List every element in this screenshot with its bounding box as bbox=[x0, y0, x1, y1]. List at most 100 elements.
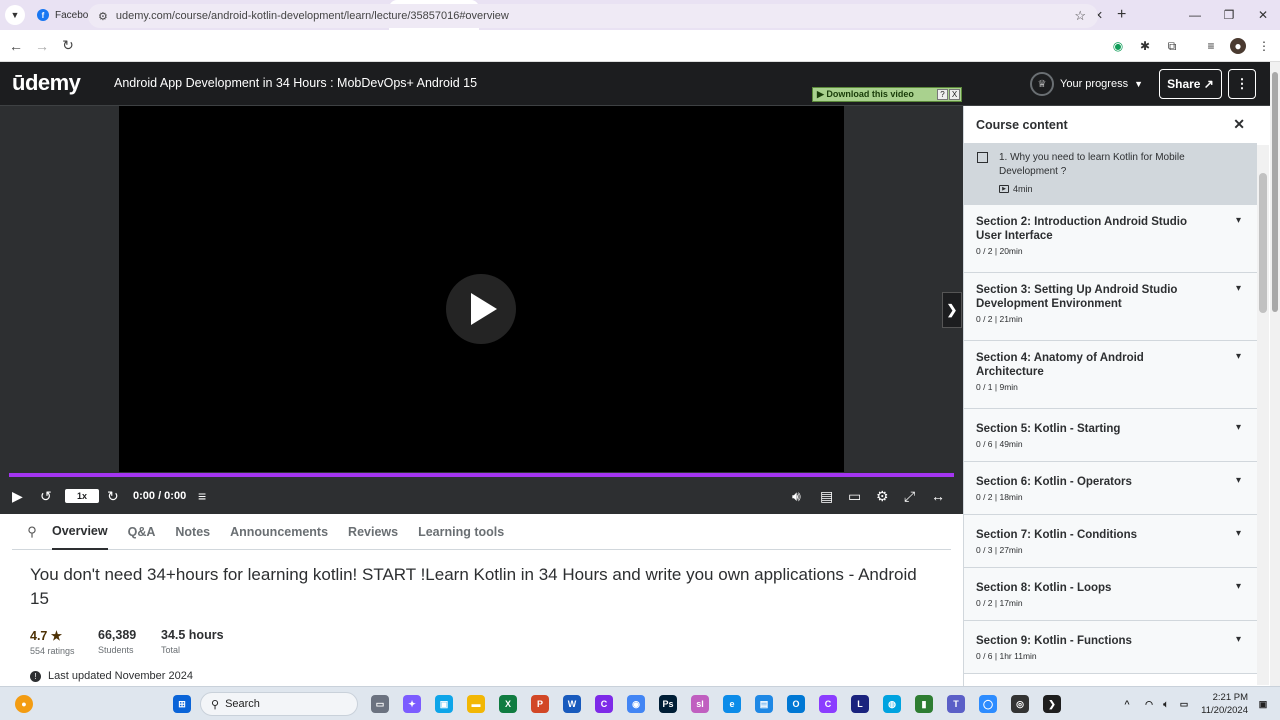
terminal-app-icon[interactable]: ▮ bbox=[915, 695, 933, 713]
download-close-icon[interactable]: X bbox=[949, 89, 960, 100]
section-item[interactable]: Section 2: Introduction Android Studio U… bbox=[964, 205, 1257, 273]
chevron-down-icon[interactable]: ▾ bbox=[1236, 634, 1241, 645]
tray-overflow-icon[interactable]: ^ bbox=[1118, 695, 1136, 713]
section-item[interactable]: Section 9: Kotlin - Functions 0 / 6 | 1hr… bbox=[964, 621, 1257, 674]
tab-learning-tools[interactable]: Learning tools bbox=[418, 514, 504, 550]
tab-reviews[interactable]: Reviews bbox=[348, 514, 398, 550]
chevron-down-icon[interactable]: ▾ bbox=[1236, 475, 1241, 486]
excel-app-icon[interactable]: X bbox=[499, 695, 517, 713]
grammarly-extension-icon[interactable]: ◉ bbox=[1110, 38, 1126, 54]
puzzle-extensions-icon[interactable]: ⧉ bbox=[1164, 38, 1180, 54]
sidebar-scroll-thumb[interactable] bbox=[1259, 173, 1267, 313]
settings-gear-icon[interactable]: ⚙ bbox=[876, 486, 889, 506]
copilot-app-icon[interactable]: ✦ bbox=[403, 695, 421, 713]
playback-speed-button[interactable]: 1x bbox=[65, 489, 99, 503]
profile-avatar[interactable]: ● bbox=[1230, 38, 1246, 54]
powerpoint-app-icon[interactable]: P bbox=[531, 695, 549, 713]
teams-app-icon[interactable]: T bbox=[947, 695, 965, 713]
chevron-down-icon[interactable]: ▾ bbox=[1236, 351, 1241, 362]
monitor-app-icon[interactable]: ▣ bbox=[435, 695, 453, 713]
chevron-down-icon[interactable]: ▾ bbox=[1236, 528, 1241, 539]
section-item[interactable]: Section 3: Setting Up Android Studio Dev… bbox=[964, 273, 1257, 341]
forward-icon[interactable]: → bbox=[29, 38, 55, 54]
new-tab-icon[interactable]: + bbox=[1117, 6, 1126, 24]
widgets-icon[interactable]: ● bbox=[15, 695, 33, 713]
tab-announcements[interactable]: Announcements bbox=[230, 514, 328, 550]
expand-width-icon[interactable]: ↔ bbox=[931, 486, 945, 506]
battery-icon[interactable]: ▭ bbox=[1175, 695, 1193, 713]
section-item[interactable]: Section 8: Kotlin - Loops 0 / 2 | 17min ▾ bbox=[964, 568, 1257, 621]
section-item[interactable]: Section 5: Kotlin - Starting 0 / 6 | 49mi… bbox=[964, 409, 1257, 462]
photoshop-app-icon[interactable]: Ps bbox=[659, 695, 677, 713]
outlook-app-icon[interactable]: O bbox=[787, 695, 805, 713]
course-title[interactable]: Android App Development in 34 Hours : Mo… bbox=[114, 76, 477, 90]
speaker-icon[interactable]: 🔈︎ bbox=[1157, 695, 1175, 713]
notepad-app-icon[interactable]: ▤ bbox=[755, 695, 773, 713]
edge-app-icon[interactable]: e bbox=[723, 695, 741, 713]
sidebar-scrollbar[interactable] bbox=[1257, 145, 1269, 685]
l-app-icon[interactable]: L bbox=[851, 695, 869, 713]
more-options-icon[interactable]: ⋮ bbox=[1228, 69, 1256, 99]
play-control-icon[interactable]: ▶ bbox=[12, 486, 23, 506]
notifications-icon[interactable]: ▣ bbox=[1254, 695, 1272, 713]
close-sidebar-icon[interactable]: ✕ bbox=[1233, 116, 1245, 133]
progress-button[interactable]: ♕ Your progress ▼ bbox=[1030, 72, 1143, 96]
bookmark-star-icon[interactable]: ☆ bbox=[1074, 8, 1086, 24]
search-icon[interactable]: ⚲ bbox=[12, 524, 52, 540]
tab-notes[interactable]: Notes bbox=[175, 514, 210, 550]
captions-icon[interactable]: ▭ bbox=[848, 486, 861, 506]
section-item[interactable]: Section 4: Anatomy of Android Architectu… bbox=[964, 341, 1257, 409]
close-window-icon[interactable]: ✕ bbox=[1246, 0, 1280, 30]
browser-menu-icon[interactable]: ⋮ bbox=[1256, 38, 1272, 54]
minimize-icon[interactable]: — bbox=[1178, 0, 1212, 30]
vscode-app-icon[interactable]: ❯ bbox=[1043, 695, 1061, 713]
page-scrollbar[interactable] bbox=[1270, 62, 1280, 686]
fullscreen-icon[interactable]: ⤢ bbox=[904, 486, 915, 506]
taskbar-clock[interactable]: 2:21 PM 11/20/2024 bbox=[1198, 691, 1248, 717]
lecture-checkbox[interactable] bbox=[977, 152, 988, 163]
rewind-icon[interactable]: ↺ bbox=[40, 486, 52, 506]
section-item[interactable]: Section 6: Kotlin - Operators 0 / 2 | 18m… bbox=[964, 462, 1257, 515]
page-scroll-thumb[interactable] bbox=[1272, 72, 1278, 312]
url-bar[interactable]: ⚙ udemy.com/course/android-kotlin-develo… bbox=[88, 4, 1098, 28]
reload-icon[interactable]: ↻ bbox=[55, 37, 81, 54]
current-lecture-item[interactable]: 1. Why you need to learn Kotlin for Mobi… bbox=[964, 144, 1257, 205]
site-info-icon[interactable]: ⚙ bbox=[98, 10, 108, 23]
tab-overview[interactable]: Overview bbox=[52, 514, 108, 550]
start-windows-icon[interactable]: ⊞ bbox=[173, 695, 191, 713]
add-note-icon[interactable]: ≡ bbox=[198, 486, 206, 506]
udemy-logo[interactable]: ūdemy bbox=[12, 70, 81, 96]
chevron-down-icon[interactable]: ▾ bbox=[1236, 422, 1241, 433]
taskbar-search[interactable]: ⚲ Search bbox=[200, 692, 358, 716]
playback-progress-bar[interactable] bbox=[9, 473, 954, 477]
word-app-icon[interactable]: W bbox=[563, 695, 581, 713]
sl-app-icon[interactable]: sl bbox=[691, 695, 709, 713]
section-item[interactable]: Section 7: Kotlin - Conditions 0 / 3 | 27… bbox=[964, 515, 1257, 568]
media-control-icon[interactable]: ≡ bbox=[1203, 38, 1219, 54]
chrome-app-icon[interactable]: ◉ bbox=[627, 695, 645, 713]
chevron-down-icon[interactable]: ▾ bbox=[1236, 283, 1241, 294]
maps-app-icon[interactable]: ◍ bbox=[883, 695, 901, 713]
download-help-icon[interactable]: ? bbox=[937, 89, 948, 100]
transcript-icon[interactable]: ▤ bbox=[820, 486, 833, 506]
extension-icon[interactable]: ✱ bbox=[1137, 38, 1153, 54]
download-video-label[interactable]: ▶ Download this video bbox=[813, 89, 937, 100]
back-icon[interactable]: ← bbox=[3, 38, 29, 54]
chevron-down-icon[interactable]: ▾ bbox=[1236, 581, 1241, 592]
big-play-button[interactable] bbox=[446, 274, 516, 344]
share-button[interactable]: Share ↗ bbox=[1159, 69, 1222, 99]
canva2-app-icon[interactable]: C bbox=[819, 695, 837, 713]
tab-search-dropdown-icon[interactable]: ▼ bbox=[5, 5, 25, 25]
sidebar-expand-icon[interactable]: ❯ bbox=[942, 292, 962, 328]
explorer-app-icon[interactable]: ▬ bbox=[467, 695, 485, 713]
files-app-icon[interactable]: ▭ bbox=[371, 695, 389, 713]
canva-app-icon[interactable]: C bbox=[595, 695, 613, 713]
tab-qa[interactable]: Q&A bbox=[128, 514, 156, 550]
volume-icon[interactable]: 🔊︎ bbox=[792, 486, 801, 506]
download-video-bar[interactable]: ▶ Download this video ? X bbox=[812, 87, 962, 102]
chevron-down-icon[interactable]: ▾ bbox=[1236, 215, 1241, 226]
restore-icon[interactable]: ❐ bbox=[1212, 0, 1246, 30]
zoom-app-icon[interactable]: ◯ bbox=[979, 695, 997, 713]
forward-skip-icon[interactable]: ↻ bbox=[107, 486, 119, 506]
wifi-icon[interactable]: ◠ bbox=[1140, 695, 1158, 713]
